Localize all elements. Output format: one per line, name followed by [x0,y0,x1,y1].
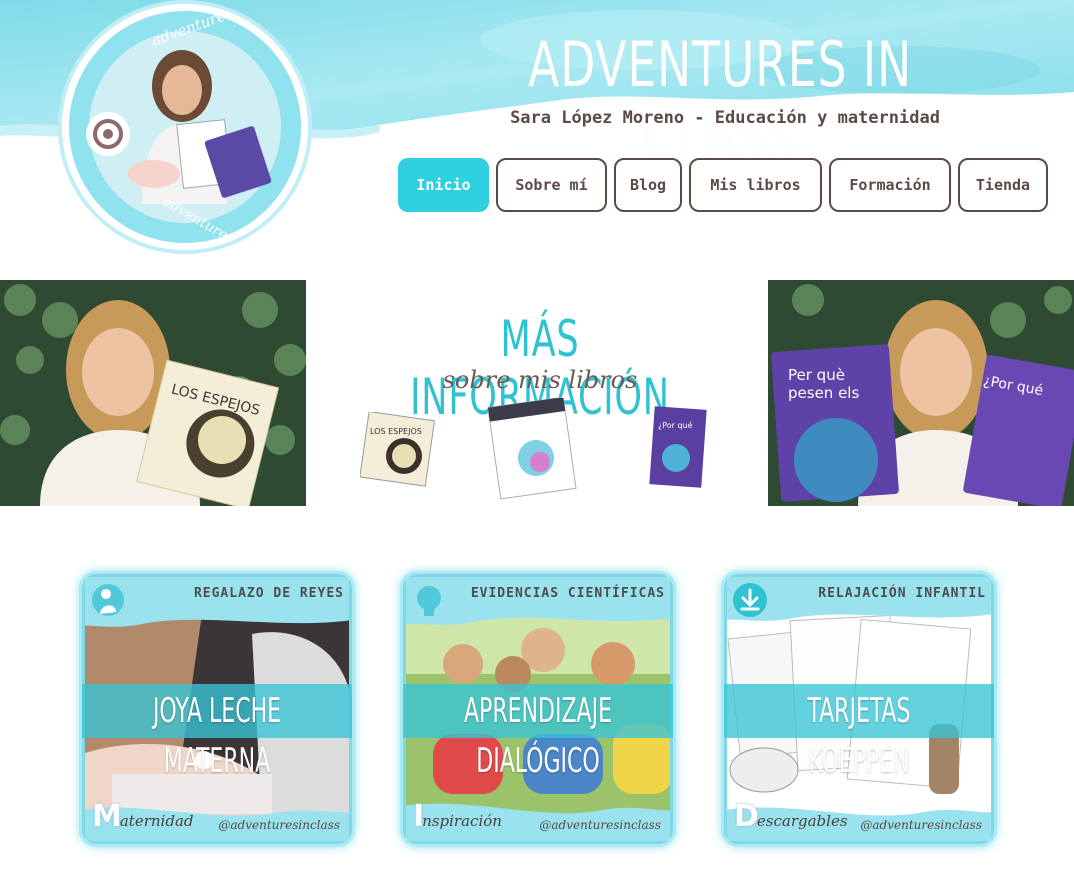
card-title: TARJETAS KOEPPEN [807,691,911,781]
promo-subtitle: sobre mis libros [442,366,638,394]
svg-text:¿Por qué: ¿Por qué [658,420,693,430]
card-category: Descargables [734,799,848,834]
book-opoilusiona[interactable]: OPOILUSIONA [486,396,590,506]
download-icon[interactable] [730,580,770,620]
svg-text:Per què: Per què [788,366,845,384]
book-los-espejos-mienten[interactable]: LOS ESPEJOS [359,411,436,492]
card-handle: @adventuresinclass [860,818,982,832]
pregnancy-icon [88,580,128,620]
card-tag: RELAJACIÓN INFANTIL [818,586,986,601]
svg-text:pesen els: pesen els [788,384,859,402]
card-title: APRENDIZAJE DIALÓGICO [463,691,613,781]
nav-item-inicio[interactable]: Inicio [398,158,489,212]
books-promo-banner[interactable]: LOS ESPEJOS MÁS INFORMACIÓN sobre mis li… [0,280,1074,506]
card-tarjetas-koeppen[interactable]: RELAJACIÓN INFANTIL TARJETAS KOEPPEN Des… [724,574,994,844]
card-category: Maternidad [92,799,193,834]
main-navigation: Inicio Sobre mí Blog Mis libros Formació… [398,158,1048,212]
card-category-rest: aternidad [119,812,194,830]
card-tag: EVIDENCIAS CIENTÍFICAS [470,586,665,601]
site-title: ADVENTURES IN CLASS [527,28,912,174]
card-aprendizaje-dialogico[interactable]: EVIDENCIAS CIENTÍFICAS APRENDIZAJE DIALÓ… [403,574,673,844]
card-category: Inspiración [413,799,502,834]
nav-item-mis-libros[interactable]: Mis libros [689,158,822,212]
author-photo-left: LOS ESPEJOS [0,280,306,506]
profile-avatar: adventuresinclass adventureswithababy [62,4,308,250]
card-joya-leche-materna[interactable]: REGALAZO DE REYES JOYA LECHE MATERNA Mat… [82,574,352,844]
card-category-rest: escargables [756,812,848,830]
site-subtitle: Sara López Moreno - Educación y maternid… [510,108,940,128]
nav-item-formacion[interactable]: Formación [829,158,951,212]
author-photo-right: Per què pesen els ¿Por qué [768,280,1074,506]
card-handle: @adventuresinclass [539,818,661,832]
lightbulb-icon [409,580,449,620]
card-category-initial: M [92,799,122,834]
promo-center: MÁS INFORMACIÓN sobre mis libros LOS ESP… [330,280,750,506]
nav-item-sobre-mi[interactable]: Sobre mí [496,158,607,212]
card-handle: @adventuresinclass [218,818,340,832]
svg-text:LOS ESPEJOS: LOS ESPEJOS [370,427,422,436]
card-tag: REGALAZO DE REYES [193,586,344,601]
card-title: JOYA LECHE MATERNA [152,691,282,781]
card-category-rest: nspiración [422,812,502,830]
nav-item-tienda[interactable]: Tienda [958,158,1048,212]
nav-item-blog[interactable]: Blog [614,158,682,212]
book-por-que-pesan-los-secretos[interactable]: ¿Por qué [646,406,712,496]
card-category-initial: D [734,799,759,834]
